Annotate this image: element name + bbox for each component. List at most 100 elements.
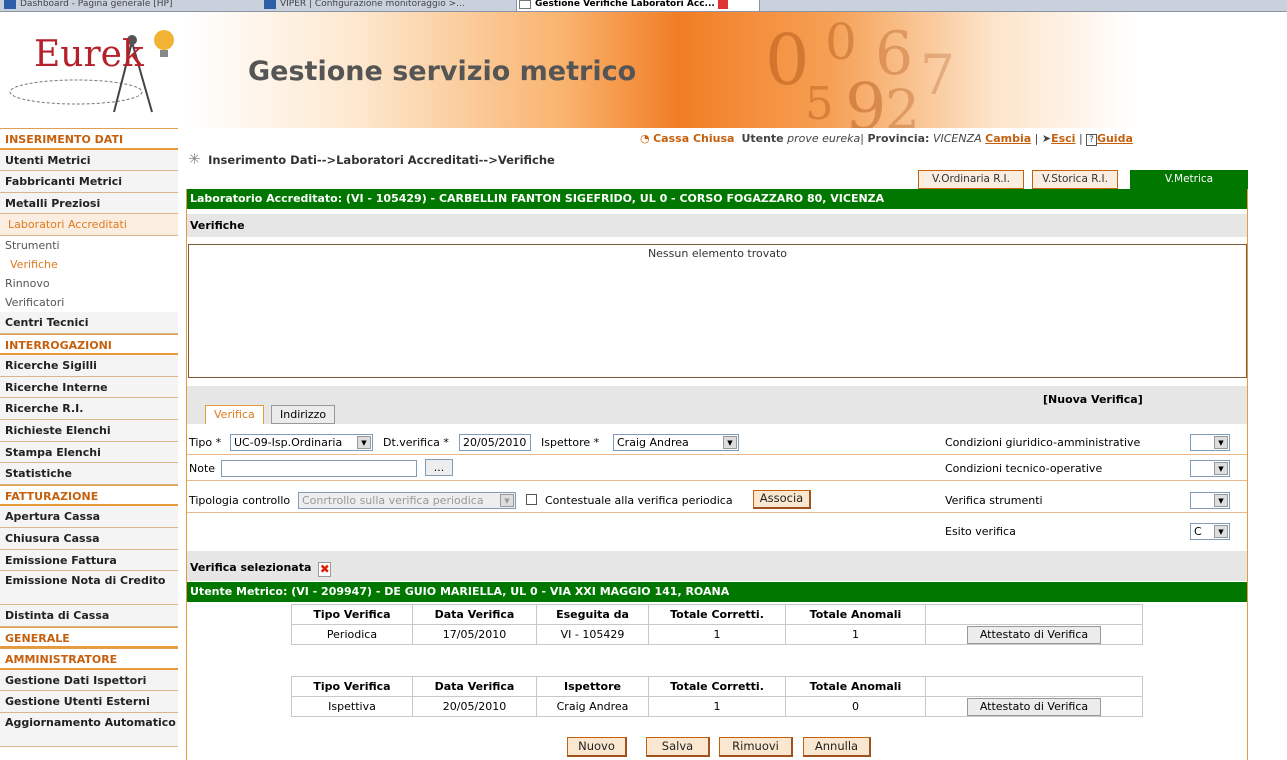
salva-button[interactable]: Salva	[646, 737, 710, 757]
verifica-selezionata-title: Verifica selezionata	[190, 561, 312, 574]
eureka-logo: Eurek	[4, 20, 184, 125]
compass-star-icon: ✳	[188, 150, 201, 168]
form-header: Verifica Indirizzo [Nuova Verifica]	[187, 386, 1247, 424]
nuovo-button[interactable]: Nuovo	[567, 737, 627, 757]
sidebar-item-sigilli[interactable]: Ricerche Sigilli	[0, 355, 178, 377]
table-cell: Ispettiva	[291, 696, 413, 717]
sidebar-item-verifiche[interactable]: Verifiche	[0, 255, 178, 274]
tipo-select[interactable]: UC-09-Isp.Ordinaria ▼	[230, 434, 373, 451]
cambia-link[interactable]: Cambia	[985, 132, 1031, 145]
guida-link[interactable]: Guida	[1097, 132, 1133, 145]
table-header-row: Tipo Verifica Data Verifica Ispettore To…	[291, 676, 1143, 697]
dt-verifica-input[interactable]: 20/05/2010	[459, 434, 531, 451]
attestato-button[interactable]: Attestato di Verifica	[966, 625, 1102, 644]
sidebar-item-laboratori[interactable]: Laboratori Accreditati	[0, 214, 178, 236]
utente-value: prove eureka	[787, 132, 861, 145]
sidebar-item-verificatori[interactable]: Verificatori	[0, 293, 178, 312]
table-cell: Periodica	[291, 624, 413, 645]
tipologia-label: Tipologia controllo	[189, 494, 291, 507]
verifica-strumenti-select[interactable]: ▼	[1190, 492, 1230, 509]
sidebar-item-statistiche[interactable]: Statistiche	[0, 463, 178, 485]
sidebar-item-stampa[interactable]: Stampa Elenchi	[0, 441, 178, 464]
page-icon	[519, 0, 531, 9]
column-header: Eseguita da	[536, 604, 649, 625]
browser-tab[interactable]: Dashboard - Pagina generale [HP]	[2, 0, 202, 11]
sidebar-item-aggiornamento[interactable]: Aggiornamento Automatico	[0, 713, 178, 748]
page-icon	[264, 0, 276, 9]
sidebar-item-richieste[interactable]: Richieste Elenchi	[0, 419, 178, 442]
tab-verifica[interactable]: Verifica	[205, 405, 264, 424]
cond-tecnico-select[interactable]: ▼	[1190, 460, 1230, 477]
sidebar-item-chiusura[interactable]: Chiusura Cassa	[0, 527, 178, 550]
table-cell: 0	[785, 696, 926, 717]
utente-metrico-bar: Utente Metrico: (VI - 209947) - DE GUIO …	[187, 582, 1247, 602]
sidebar-section-generale: GENERALE	[0, 626, 178, 649]
sidebar-item-fabbricanti[interactable]: Fabbricanti Metrici	[0, 171, 178, 193]
associa-button[interactable]: Associa	[753, 490, 811, 509]
rimuovi-button[interactable]: Rimuovi	[719, 737, 793, 757]
sidebar-item-ispettori[interactable]: Gestione Dati Ispettori	[0, 669, 178, 692]
verifiche-title: Verifiche	[187, 214, 1247, 237]
browser-tab[interactable]: VIPER | Configurazione monitoraggio >...	[262, 0, 465, 11]
cond-giuridico-select[interactable]: ▼	[1190, 434, 1230, 451]
column-header: Data Verifica	[412, 604, 537, 625]
browser-tab-label: Gestione Verifiche Laboratori Acc...	[535, 0, 715, 9]
sidebar-item-nota-credito[interactable]: Emissione Nota di Credito	[0, 571, 178, 606]
nuova-verifica-link[interactable]: [Nuova Verifica]	[1043, 393, 1143, 406]
browser-tab-active[interactable]: Gestione Verifiche Laboratori Acc...	[516, 0, 760, 11]
breadcrumb: Inserimento Dati-->Laboratori Accreditat…	[208, 153, 555, 167]
ispettore-label: Ispettore *	[541, 436, 600, 449]
esito-select[interactable]: C ▼	[1190, 523, 1230, 540]
form-row: Note ... Condizioni tecnico-operative ▼	[187, 456, 1247, 481]
svg-text:9: 9	[845, 70, 886, 128]
sidebar-section-inserimento: INSERIMENTO DATI	[0, 128, 178, 150]
provincia-value: VICENZA	[932, 132, 982, 145]
note-browse-button[interactable]: ...	[425, 459, 453, 476]
sidebar-item-utenti-metrici[interactable]: Utenti Metrici	[0, 149, 178, 172]
sidebar-item-apertura[interactable]: Apertura Cassa	[0, 506, 178, 528]
tab-indirizzo[interactable]: Indirizzo	[271, 405, 336, 424]
logo-text: Eurek	[34, 34, 144, 75]
browser-tab-label: Dashboard - Pagina generale [HP]	[20, 0, 173, 9]
sidebar-item-distinta[interactable]: Distinta di Cassa	[0, 605, 178, 627]
esci-link[interactable]: Esci	[1051, 132, 1075, 145]
contestuale-checkbox[interactable]	[526, 494, 537, 505]
chevron-down-icon: ▼	[1214, 462, 1228, 475]
sidebar-item-strumenti[interactable]: Strumenti	[0, 236, 178, 255]
tipologia-select[interactable]: Conrtrollo sulla verifica periodica ▼	[298, 492, 516, 509]
column-header: Data Verifica	[412, 676, 537, 697]
tab-ordinaria[interactable]: V.Ordinaria R.I.	[918, 170, 1024, 189]
chevron-down-icon: ▼	[1214, 436, 1228, 449]
note-input[interactable]	[221, 460, 417, 477]
utente-label: Utente	[741, 132, 784, 145]
sidebar-item-centri[interactable]: Centri Tecnici	[0, 311, 178, 334]
table-cell: VI - 105429	[536, 624, 649, 645]
verifiche-list: Nessun elemento trovato	[188, 244, 1247, 378]
form-row: Tipo * UC-09-Isp.Ordinaria ▼ Dt.verifica …	[187, 430, 1247, 455]
annulla-button[interactable]: Annulla	[803, 737, 871, 757]
browser-tab-strip: Dashboard - Pagina generale [HP] VIPER |…	[0, 0, 1287, 12]
sidebar-item-rinnovo[interactable]: Rinnovo	[0, 274, 178, 293]
attestato-button[interactable]: Attestato di Verifica	[966, 697, 1102, 716]
tab-metrica[interactable]: V.Metrica	[1130, 170, 1248, 189]
table-cell: Attestato di Verifica	[925, 624, 1143, 645]
ispettore-select[interactable]: Craig Andrea ▼	[613, 434, 739, 451]
sidebar-item-metalli[interactable]: Metalli Preziosi	[0, 192, 178, 215]
table-header-row: Tipo Verifica Data Verifica Eseguita da …	[291, 604, 1143, 625]
column-header: Tipo Verifica	[291, 676, 413, 697]
chevron-down-icon: ▼	[357, 436, 371, 449]
column-header: Totale Anomali	[785, 604, 926, 625]
tab-storica[interactable]: V.Storica R.I.	[1032, 170, 1118, 189]
page-icon	[4, 0, 16, 9]
close-icon[interactable]	[717, 0, 728, 9]
column-header	[925, 604, 1143, 625]
sidebar-item-ri[interactable]: Ricerche R.I.	[0, 398, 178, 420]
delete-document-icon[interactable]: ✖	[318, 562, 332, 577]
table-row: Ispettiva 20/05/2010 Craig Andrea 1 0 At…	[291, 696, 1143, 717]
user-status-bar: ◔ Cassa Chiusa Utente prove eureka| Prov…	[640, 132, 1133, 146]
tipo-value: UC-09-Isp.Ordinaria	[234, 436, 343, 449]
cassa-icon: ◔	[640, 132, 650, 145]
sidebar-item-esterni[interactable]: Gestione Utenti Esterni	[0, 691, 178, 714]
sidebar-item-interne[interactable]: Ricerche Interne	[0, 376, 178, 399]
sidebar-item-emissione[interactable]: Emissione Fattura	[0, 549, 178, 572]
